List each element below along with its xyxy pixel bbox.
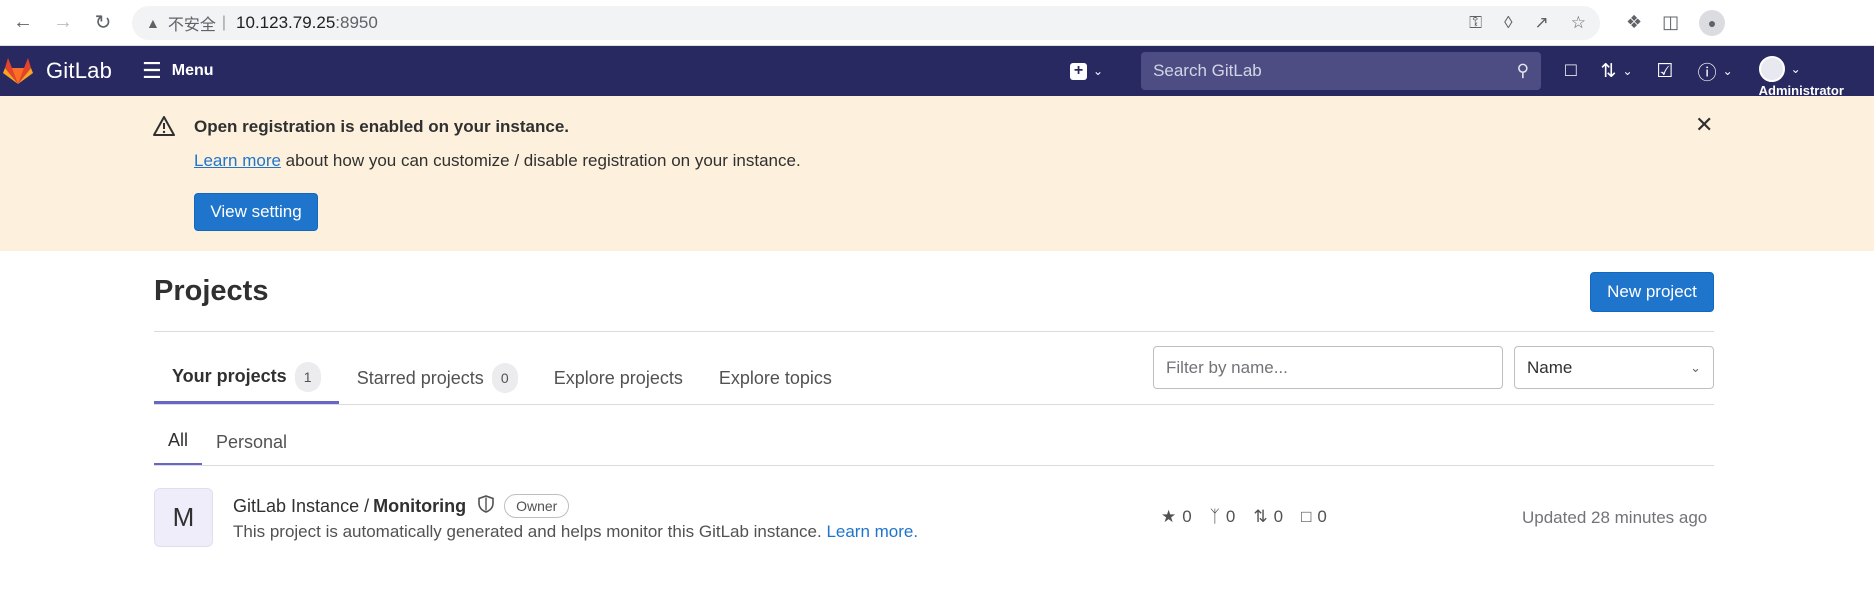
tab-your-projects[interactable]: Your projects 1 bbox=[154, 352, 339, 404]
tab-label: Your projects bbox=[172, 366, 287, 386]
tab-explore-topics[interactable]: Explore topics bbox=[701, 352, 850, 404]
learn-more-link[interactable]: Learn more. bbox=[826, 522, 918, 541]
project-avatar[interactable]: M bbox=[154, 488, 213, 547]
search-icon: ⚲ bbox=[1516, 61, 1530, 80]
merge-requests-button[interactable]: ⇅ ⌄ bbox=[1601, 60, 1633, 83]
todo-icon[interactable]: ☑ bbox=[1657, 60, 1674, 83]
brand-name: GitLab bbox=[46, 58, 113, 83]
stars-count: 0 bbox=[1182, 507, 1192, 526]
chevron-down-icon: ⌄ bbox=[1622, 64, 1633, 78]
count-badge: 0 bbox=[491, 363, 518, 393]
forks-count: 0 bbox=[1225, 507, 1236, 526]
warning-icon: ▲ bbox=[146, 14, 160, 31]
url-text: 10.123.79.25:8950 bbox=[236, 13, 378, 33]
project-description: This project is automatically generated … bbox=[233, 522, 918, 542]
gitlab-navbar: GitLab ☰ Menu + ⌄ ⚲ □ ⇅ ⌄ ☑ ⓘ ⌄ bbox=[0, 46, 1874, 98]
issues-count: 0 bbox=[1317, 507, 1327, 526]
merge-request-icon: ⇅ bbox=[1253, 507, 1268, 526]
project-stats: ★ 0 ᛉ0 ⇅ 0 □ 0 bbox=[1161, 507, 1327, 527]
tanuki-icon bbox=[3, 58, 33, 84]
forward-icon[interactable]: → bbox=[48, 8, 78, 38]
divider bbox=[154, 404, 1714, 405]
help-button[interactable]: ⓘ ⌄ bbox=[1698, 58, 1733, 85]
learn-more-link[interactable]: Learn more bbox=[194, 151, 281, 170]
tab-explore-projects[interactable]: Explore projects bbox=[536, 352, 701, 404]
sort-value: Name bbox=[1527, 357, 1573, 377]
chevron-down-icon: ⌄ bbox=[1722, 64, 1733, 78]
banner-title: Open registration is enabled on your ins… bbox=[194, 117, 570, 136]
issues-icon: □ bbox=[1301, 507, 1312, 526]
forks-stat[interactable]: ᛉ0 bbox=[1210, 507, 1236, 527]
projects-tabs: Your projects 1 Starred projects 0 Explo… bbox=[154, 352, 850, 404]
menu-button[interactable]: ☰ Menu bbox=[142, 58, 214, 84]
help-icon: ⓘ bbox=[1697, 62, 1717, 84]
banner-text: Learn more about how you can customize /… bbox=[194, 151, 801, 171]
menu-label: Menu bbox=[171, 62, 214, 79]
new-dropdown-button[interactable]: + ⌄ bbox=[1070, 62, 1104, 80]
chevron-down-icon: ⌄ bbox=[1790, 62, 1801, 76]
count-badge: 1 bbox=[294, 361, 321, 392]
description-text: This project is automatically generated … bbox=[233, 522, 822, 541]
merge-request-icon: ⇅ bbox=[1600, 60, 1617, 82]
address-bar[interactable]: ▲ 不安全 | 10.123.79.25:8950 ⚿ ◊ ↗ ☆ bbox=[132, 5, 1600, 40]
user-menu[interactable]: ⌄ Administrator bbox=[1758, 56, 1844, 98]
role-badge: Owner bbox=[504, 494, 570, 518]
tab-label: Explore projects bbox=[553, 367, 683, 388]
close-icon[interactable]: ✕ bbox=[1695, 112, 1713, 138]
updated-timestamp: Updated 28 minutes ago bbox=[1522, 508, 1708, 527]
browser-toolbar: ← → ↻ ▲ 不安全 | 10.123.79.25:8950 ⚿ ◊ ↗ ☆ … bbox=[0, 0, 1874, 46]
key-icon[interactable]: ⚿ bbox=[1469, 13, 1482, 33]
side-panel-icon[interactable]: ◫ bbox=[1662, 12, 1679, 33]
merge-requests-count: 0 bbox=[1273, 507, 1284, 526]
hamburger-icon: ☰ bbox=[142, 58, 162, 83]
reload-icon[interactable]: ↻ bbox=[88, 8, 118, 38]
url-host: 10.123.79.25 bbox=[236, 12, 336, 32]
tab-personal[interactable]: Personal bbox=[202, 418, 301, 466]
tab-label: Explore topics bbox=[718, 367, 832, 388]
divider bbox=[154, 465, 1714, 466]
sort-dropdown[interactable]: Name ⌄ bbox=[1514, 346, 1714, 389]
project-title: GitLab Instance / Monitoring Owner bbox=[233, 494, 570, 518]
filter-by-name-input[interactable] bbox=[1153, 346, 1503, 389]
back-icon[interactable]: ← bbox=[8, 8, 38, 38]
project-namespace[interactable]: GitLab Instance / bbox=[233, 496, 369, 517]
chevron-down-icon: ⌄ bbox=[1690, 359, 1701, 375]
issues-stat[interactable]: □ 0 bbox=[1301, 507, 1327, 527]
star-bookmark-icon[interactable]: ☆ bbox=[1571, 13, 1586, 33]
issues-icon[interactable]: □ bbox=[1565, 60, 1576, 82]
divider bbox=[154, 331, 1714, 332]
merge-requests-stat[interactable]: ⇅ 0 bbox=[1253, 507, 1283, 527]
banner-text-rest: about how you can customize / disable re… bbox=[280, 151, 801, 170]
tab-label: Starred projects bbox=[356, 367, 484, 388]
insecure-label: 不安全 bbox=[167, 16, 216, 34]
tab-starred-projects[interactable]: Starred projects 0 bbox=[339, 352, 536, 404]
plus-square-icon: + bbox=[1070, 62, 1087, 80]
chevron-down-icon: ⌄ bbox=[1093, 64, 1104, 78]
fork-icon: ᛉ bbox=[1209, 507, 1220, 526]
stars-stat[interactable]: ★ 0 bbox=[1161, 507, 1192, 527]
gitlab-logo[interactable]: GitLab bbox=[0, 55, 112, 87]
avatar bbox=[1758, 56, 1785, 82]
translate-icon[interactable]: ◊ bbox=[1504, 13, 1512, 33]
search-input[interactable] bbox=[1153, 61, 1517, 81]
search-box[interactable]: ⚲ bbox=[1141, 52, 1542, 90]
shield-icon bbox=[478, 494, 494, 518]
new-project-button[interactable]: New project bbox=[1590, 272, 1714, 312]
share-icon[interactable]: ↗ bbox=[1535, 13, 1549, 33]
separator: | bbox=[221, 13, 227, 31]
warning-icon bbox=[153, 116, 175, 136]
project-name-link[interactable]: Monitoring bbox=[373, 496, 466, 517]
tab-all[interactable]: All bbox=[154, 418, 203, 466]
view-setting-button[interactable]: View setting bbox=[194, 193, 318, 231]
profile-icon[interactable]: ● bbox=[1699, 9, 1726, 36]
url-port: :8950 bbox=[335, 12, 378, 32]
page-title: Projects bbox=[154, 275, 269, 307]
extensions-icon[interactable]: ❖ bbox=[1626, 12, 1642, 33]
filter-subtabs: All Personal bbox=[154, 418, 301, 466]
star-icon: ★ bbox=[1161, 507, 1177, 526]
